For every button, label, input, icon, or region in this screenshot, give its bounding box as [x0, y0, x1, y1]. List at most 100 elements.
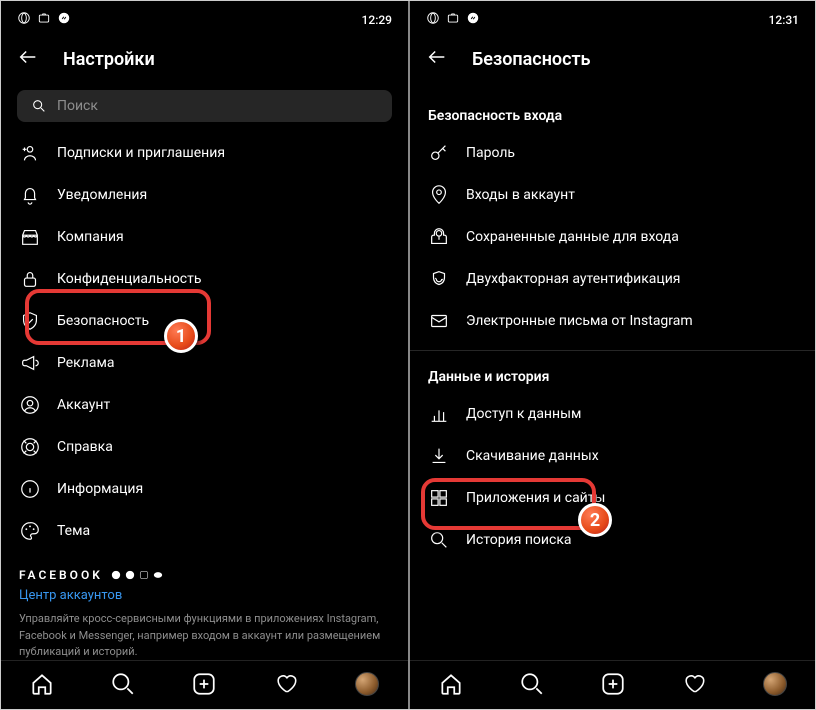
menu-item-theme[interactable]: Тема: [1, 510, 408, 552]
menu-item-notifications[interactable]: Уведомления: [1, 174, 408, 216]
menu-label: Информация: [57, 481, 143, 497]
search-placeholder: Поиск: [57, 98, 98, 114]
facebook-brand: FACEBOOK: [1, 552, 408, 586]
menu-label: Приложения и сайты: [466, 490, 605, 506]
avatar: [355, 672, 379, 696]
annotation-badge-1: 1: [164, 319, 198, 353]
menu-label: Входы в аккаунт: [466, 187, 575, 203]
lock-icon: [19, 268, 41, 290]
opera-icon: [426, 11, 440, 28]
download-icon: [428, 445, 450, 467]
location-pin-icon: [428, 184, 450, 206]
bar-chart-icon: [428, 403, 450, 425]
tab-profile[interactable]: [354, 671, 380, 697]
menu-label: Доступ к данным: [466, 406, 581, 422]
camera-icon: [37, 11, 51, 28]
menu-label: Скачивание данных: [466, 448, 599, 464]
megaphone-icon: [19, 352, 41, 374]
menu-item-ads[interactable]: Реклама: [1, 342, 408, 384]
user-plus-icon: [19, 142, 41, 164]
avatar: [763, 672, 787, 696]
tab-bar: [1, 660, 408, 709]
tab-activity[interactable]: [273, 671, 299, 697]
menu-label: Уведомления: [57, 187, 147, 203]
menu-label: Справка: [57, 439, 113, 455]
menu-item-emails[interactable]: Электронные письма от Instagram: [410, 300, 815, 342]
tab-bar: [410, 660, 815, 709]
status-bar: 12:31: [410, 1, 815, 32]
settings-screen: 12:29 Настройки Поиск Подписки и приглаш…: [1, 1, 408, 709]
menu-item-follow-invite[interactable]: Подписки и приглашения: [1, 132, 408, 174]
shazam-icon: [57, 11, 71, 28]
tab-search[interactable]: [110, 671, 136, 697]
user-circle-icon: [19, 394, 41, 416]
settings-menu: Подписки и приглашения Уведомления Компа…: [1, 132, 408, 660]
page-title: Настройки: [63, 49, 155, 70]
clock: 12:29: [362, 13, 392, 27]
shield-check-icon: [19, 310, 41, 332]
tab-search[interactable]: [519, 671, 545, 697]
apps-icon: [428, 487, 450, 509]
page-title: Безопасность: [472, 49, 591, 70]
menu-label: Тема: [57, 523, 90, 539]
clock: 12:31: [769, 13, 799, 27]
menu-label: Реклама: [57, 355, 114, 371]
menu-item-search-history[interactable]: История поиска: [410, 519, 815, 561]
header: Настройки: [1, 32, 408, 90]
shield-rotate-icon: [428, 268, 450, 290]
menu-item-help[interactable]: Справка: [1, 426, 408, 468]
menu-label: История поиска: [466, 532, 572, 548]
menu-item-two-factor[interactable]: Двухфакторная аутентификация: [410, 258, 815, 300]
opera-icon: [17, 11, 31, 28]
tab-new-post[interactable]: [600, 671, 626, 697]
security-menu: Безопасность входа Пароль Входы в аккаун…: [410, 90, 815, 660]
accounts-center-link[interactable]: Центр аккаунтов: [1, 586, 408, 611]
menu-item-security[interactable]: Безопасность: [1, 300, 408, 342]
menu-label: Компания: [57, 229, 124, 245]
menu-item-saved-login[interactable]: Сохраненные данные для входа: [410, 216, 815, 258]
brand-text: FACEBOOK: [19, 568, 103, 582]
annotation-badge-2: 2: [578, 503, 612, 537]
info-icon: [19, 478, 41, 500]
status-bar: 12:29: [1, 1, 408, 32]
menu-label: Аккаунт: [57, 397, 110, 413]
tab-profile[interactable]: [762, 671, 788, 697]
keyhole-icon: [428, 226, 450, 248]
key-icon: [428, 142, 450, 164]
accounts-description: Управляйте кросс-сервисными функциями в …: [1, 611, 408, 660]
header: Безопасность: [410, 32, 815, 90]
menu-label: Пароль: [466, 145, 515, 161]
shazam-icon: [466, 11, 480, 28]
section-login-security: Безопасность входа: [410, 90, 815, 132]
menu-item-privacy[interactable]: Конфиденциальность: [1, 258, 408, 300]
menu-label: Конфиденциальность: [57, 271, 201, 287]
menu-label: Сохраненные данные для входа: [466, 229, 679, 245]
section-data-history: Данные и история: [410, 359, 815, 393]
tab-activity[interactable]: [681, 671, 707, 697]
tab-new-post[interactable]: [191, 671, 217, 697]
back-icon[interactable]: [426, 46, 448, 72]
menu-label: Подписки и приглашения: [57, 145, 225, 161]
menu-item-account[interactable]: Аккаунт: [1, 384, 408, 426]
divider: [410, 350, 815, 351]
menu-item-password[interactable]: Пароль: [410, 132, 815, 174]
bell-icon: [19, 184, 41, 206]
tab-home[interactable]: [29, 671, 55, 697]
storefront-icon: [19, 226, 41, 248]
menu-item-data-access[interactable]: Доступ к данным: [410, 393, 815, 435]
menu-item-data-download[interactable]: Скачивание данных: [410, 435, 815, 477]
menu-item-business[interactable]: Компания: [1, 216, 408, 258]
menu-label: Двухфакторная аутентификация: [466, 271, 680, 287]
tab-home[interactable]: [438, 671, 464, 697]
menu-label: Безопасность: [57, 313, 149, 329]
back-icon[interactable]: [17, 46, 39, 72]
security-screen: 12:31 Безопасность Безопасность входа Па…: [408, 1, 815, 709]
search-input[interactable]: Поиск: [17, 90, 392, 122]
mail-icon: [428, 310, 450, 332]
menu-item-login-activity[interactable]: Входы в аккаунт: [410, 174, 815, 216]
menu-item-apps-websites[interactable]: Приложения и сайты: [410, 477, 815, 519]
lifebuoy-icon: [19, 436, 41, 458]
search-icon: [428, 529, 450, 551]
menu-label: Электронные письма от Instagram: [466, 313, 693, 329]
menu-item-about[interactable]: Информация: [1, 468, 408, 510]
